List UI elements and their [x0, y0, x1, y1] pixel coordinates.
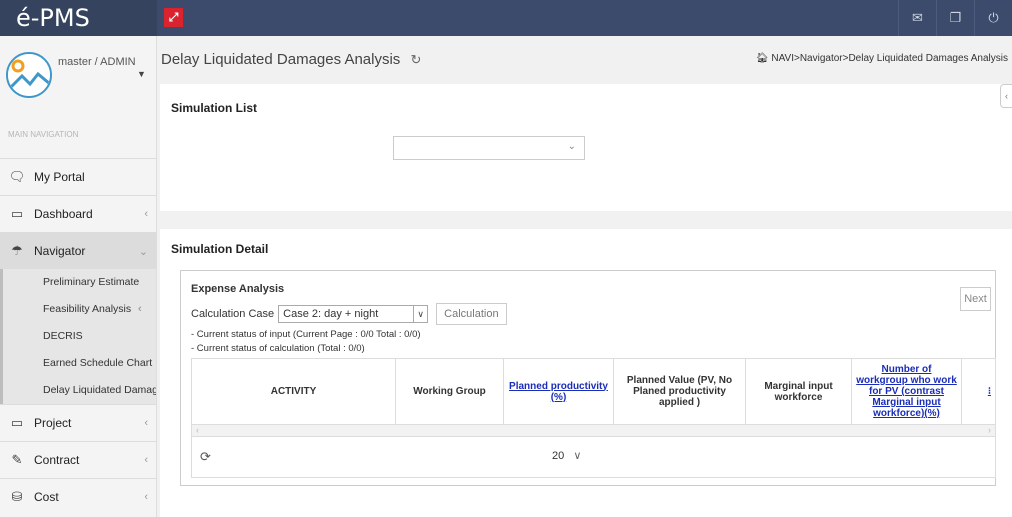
breadcrumb: 🏠︎ NAVI>Navigator>Delay Liquidated Damag… [756, 53, 1008, 64]
simulation-list-panel: Simulation List ⌄ ‹ [160, 84, 1012, 211]
col-working-group[interactable]: Working Group [396, 359, 504, 424]
avatar [6, 52, 52, 98]
sidebar-item-project[interactable]: ▭ Project ‹ [0, 404, 156, 441]
sidebar-item-navigator[interactable]: ☂ Navigator ⌄ [0, 232, 156, 269]
expense-grid: ACTIVITY Working Group Planned productiv… [191, 358, 996, 478]
power-icon[interactable]: ⏻ [974, 0, 1012, 36]
sidebar-item-label: Navigator [34, 244, 86, 258]
chevron-down-icon: ∨ [413, 306, 427, 322]
chevron-down-icon: ⌄ [567, 141, 576, 152]
envelope-icon[interactable]: ✉ [898, 0, 936, 36]
sidebar-subitem-feasibility-analysis[interactable]: Feasibility Analysis ‹ [3, 296, 156, 323]
page-size-value: 20 [552, 450, 565, 462]
page-title: Delay Liquidated Damages Analysis ↻ [161, 51, 421, 68]
simulation-detail-panel: Simulation Detail Expense Analysis Next … [160, 229, 1012, 517]
sidebar-item-my-portal[interactable]: 🗨 My Portal [0, 158, 156, 195]
simulation-select[interactable]: ⌄ [393, 136, 585, 160]
desktop-icon: ▭ [10, 206, 24, 221]
page-size-select[interactable]: 20 ∨ [552, 449, 581, 462]
calc-case-select[interactable]: Case 2: day + night ∨ [278, 305, 429, 323]
sidebar-item-label: Dashboard [34, 207, 93, 221]
calc-case-value: Case 2: day + night [283, 308, 379, 320]
home-icon[interactable]: 🏠︎ [756, 53, 769, 64]
copy-icon[interactable]: ❐ [936, 0, 974, 36]
navigator-submenu: Preliminary Estimate Feasibility Analysi… [0, 269, 156, 404]
expense-analysis-title: Expense Analysis [191, 283, 285, 295]
monitor-icon: 🗨 [8, 169, 26, 184]
grid-header: ACTIVITY Working Group Planned productiv… [192, 359, 995, 425]
grid-footer: ⟳ 20 ∨ [192, 437, 995, 477]
top-icons: ✉ ❐ ⏻ [898, 0, 1012, 36]
sidebar-subitem-decris[interactable]: DECRIS [3, 323, 156, 350]
expand-icon[interactable]: ⤢ [164, 8, 183, 27]
chevron-left-icon: ‹ [144, 208, 148, 220]
sidebar-item-label: Contract [34, 453, 80, 467]
sidebar-subitem-delay-liquidated-damages[interactable]: Delay Liquidated Damages Analysis [3, 377, 156, 404]
col-overflow: ⁝ [987, 386, 991, 397]
app-logo[interactable]: é-PMS [0, 0, 157, 36]
nav-header: MAIN NAVIGATION [8, 130, 79, 139]
col-marginal-input[interactable]: Marginal input workforce [746, 359, 852, 424]
sidebar-item-cost[interactable]: ⛁ Cost ‹ [0, 478, 156, 515]
sidebar-item-label: Project [34, 416, 72, 430]
next-button[interactable]: Next [960, 287, 991, 311]
sidebar-subitem-preliminary-estimate[interactable]: Preliminary Estimate [3, 269, 156, 296]
main-content: Delay Liquidated Damages Analysis ↻ 🏠︎ N… [158, 36, 1012, 517]
page-title-text: Delay Liquidated Damages Analysis [161, 51, 401, 68]
chevron-left-icon: ‹ [144, 454, 148, 466]
umbrella-icon: ☂ [11, 243, 23, 258]
scroll-left-icon[interactable]: ‹ [196, 425, 199, 435]
panel-side-tab[interactable]: ‹ [1000, 84, 1012, 108]
refresh-icon[interactable]: ↻ [410, 52, 421, 67]
user-dropdown-icon[interactable]: ▼ [137, 69, 146, 79]
pencil-icon: ✎ [11, 452, 23, 467]
breadcrumb-text[interactable]: NAVI>Navigator>Delay Liquidated Damages … [771, 53, 1008, 64]
calculation-row: Calculation Case Case 2: day + night ∨ C… [191, 303, 507, 325]
sidebar-subitem-label: Feasibility Analysis [43, 303, 132, 315]
page-header: Delay Liquidated Damages Analysis ↻ 🏠︎ N… [158, 36, 1012, 82]
sidebar-item-dashboard[interactable]: ▭ Dashboard ‹ [0, 195, 156, 232]
user-panel: master / ADMIN ▼ [0, 36, 156, 116]
expense-analysis-box: Expense Analysis Next Calculation Case C… [180, 270, 996, 486]
calculation-button[interactable]: Calculation [436, 303, 507, 325]
col-planned-productivity[interactable]: Planned productivity (%) [504, 359, 614, 424]
user-name[interactable]: master / ADMIN [58, 56, 136, 68]
col-planned-value[interactable]: Planned Value (PV, No Planed productivit… [614, 359, 746, 424]
database-icon: ⛁ [11, 489, 23, 504]
reload-icon[interactable]: ⟳ [200, 449, 211, 465]
desktop-icon: ▭ [10, 415, 24, 430]
horizontal-scrollbar[interactable]: ‹ › [192, 425, 995, 437]
chevron-down-icon: ∨ [573, 450, 582, 462]
calc-case-label: Calculation Case [191, 308, 275, 320]
sidebar-subitem-earned-schedule-chart[interactable]: Earned Schedule Chart [3, 350, 156, 377]
chevron-left-icon: ‹ [144, 491, 148, 503]
col-number-of-workgroup[interactable]: Number of workgroup who work for PV (con… [852, 359, 962, 424]
sidebar-item-label: My Portal [34, 170, 85, 184]
status-calculation: - Current status of calculation (Total :… [191, 343, 365, 354]
sidebar-item-contract[interactable]: ✎ Contract ‹ [0, 441, 156, 478]
col-activity[interactable]: ACTIVITY [192, 359, 396, 424]
sidebar-item-label: Cost [34, 490, 59, 504]
chevron-left-icon: ‹ [144, 417, 148, 429]
simulation-list-title: Simulation List [171, 101, 258, 115]
chevron-left-icon: ‹ [138, 303, 142, 315]
scroll-right-icon[interactable]: › [988, 425, 991, 435]
top-bar: é-PMS ⤢ ✉ ❐ ⏻ [0, 0, 1012, 36]
status-input: - Current status of input (Current Page … [191, 329, 421, 340]
chevron-down-icon: ⌄ [138, 245, 148, 258]
simulation-detail-title: Simulation Detail [171, 242, 269, 256]
sidebar: master / ADMIN ▼ MAIN NAVIGATION 🗨 My Po… [0, 36, 157, 517]
